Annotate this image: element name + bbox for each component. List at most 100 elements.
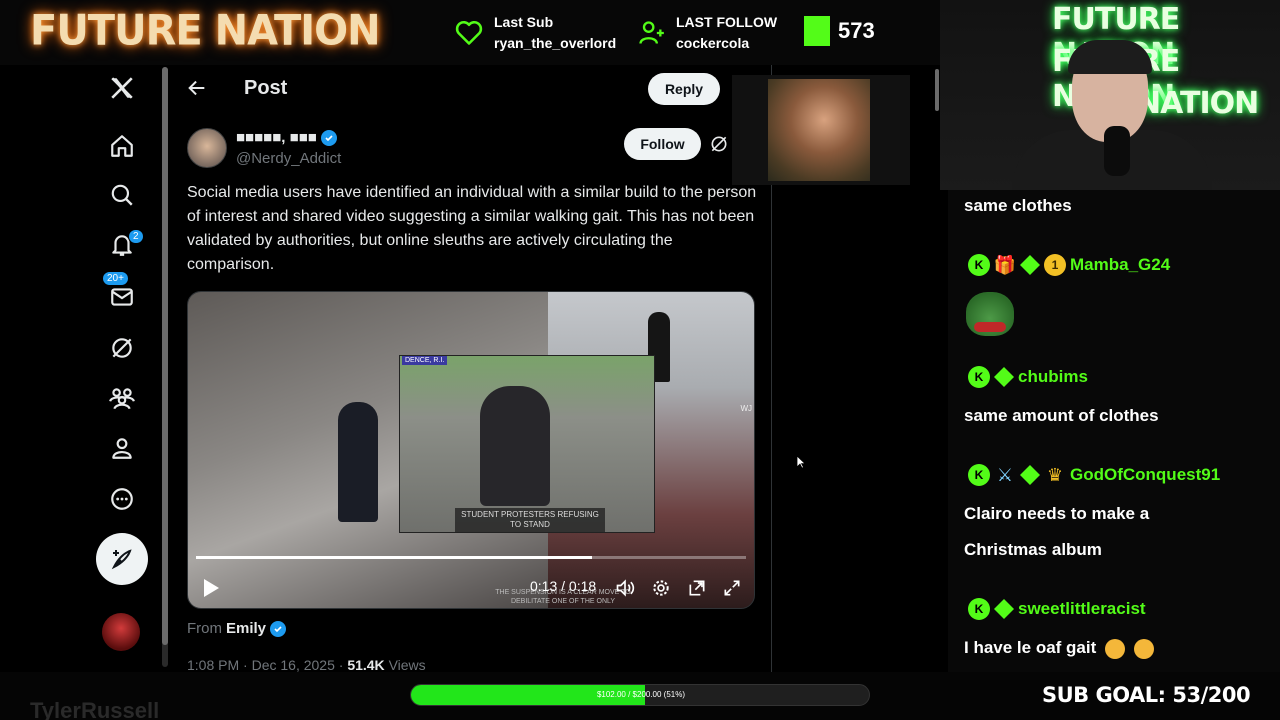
video-player[interactable]: WJ DENCE, R.I. STUDENT PROTESTERS REFUSI… — [187, 291, 755, 609]
grok-explain-icon[interactable] — [709, 134, 729, 154]
author-handle[interactable]: @Nerdy_Addict — [236, 150, 341, 167]
home-icon[interactable] — [100, 124, 144, 168]
kick-badge-icon: K — [968, 254, 990, 276]
chat-username[interactable]: chubims — [1018, 367, 1088, 387]
sub-diamond-badge-icon — [1020, 255, 1040, 275]
pip-icon[interactable] — [686, 577, 708, 599]
donation-goal-text: $102.00 / $200.00 (51%) — [596, 690, 686, 699]
gift-badge-icon: 🎁 — [993, 254, 1017, 275]
kick-badge-icon: K — [968, 366, 990, 388]
last-sub-value: ryan_the_overlord — [494, 35, 617, 51]
video-inset-clip: DENCE, R.I. STUDENT PROTESTERS REFUSING … — [399, 355, 655, 533]
frown-emoji-icon — [1133, 638, 1154, 659]
chat-message: same amount of clothes — [964, 406, 1159, 425]
sword-badge-icon: ⚔ — [996, 464, 1014, 485]
stream-top-bar: FUTURE NATION Last Sub ryan_the_overlord… — [0, 0, 940, 65]
x-app-window: 2 20+ Post Reply ■■■■■, ■■■ @Nerdy_Addic… — [0, 65, 940, 672]
author-name[interactable]: ■■■■■, ■■■ — [236, 129, 317, 146]
grok-icon[interactable] — [100, 326, 144, 370]
post-header: Post Reply — [170, 65, 772, 115]
donation-goal-bar: $102.00 / $200.00 (51%) — [410, 684, 870, 706]
sub-goal-counter: SUB GOAL: 53/200 — [1042, 683, 1251, 707]
chat-message: Clairo needs to make a — [964, 504, 1150, 523]
from-label: From — [187, 620, 222, 637]
sub-diamond-badge-icon — [1020, 465, 1040, 485]
more-icon[interactable] — [100, 477, 144, 521]
kick-badge-icon: K — [968, 598, 990, 620]
messages-badge: 20+ — [102, 271, 129, 286]
follow-button[interactable]: Follow — [624, 128, 701, 160]
x-logo-icon[interactable] — [100, 66, 144, 110]
video-source: From Emily — [187, 620, 287, 637]
back-arrow-icon[interactable] — [186, 77, 210, 101]
settings-gear-icon[interactable] — [650, 577, 672, 599]
video-progress-bar[interactable] — [196, 556, 746, 559]
sub-diamond-badge-icon — [994, 599, 1014, 619]
video-location-tag: DENCE, R.I. — [402, 356, 448, 365]
album-cover-image — [768, 79, 870, 181]
webcam-feed: FUTURE NATION FUTURE NATION NATION — [940, 0, 1280, 190]
chat-message: same clothes — [964, 196, 1072, 215]
volume-icon[interactable] — [614, 577, 636, 599]
post-timestamp[interactable]: 1:08 PM · Dec 16, 2025 · — [187, 657, 343, 672]
verified-badge-icon — [320, 129, 337, 146]
stream-chat: same clothes K 🎁 1 Mamba_G24 K chubims s… — [948, 190, 1280, 672]
viewer-count: 573 — [838, 18, 875, 43]
page-title: Post — [244, 77, 288, 99]
stream-brand-logo: FUTURE NATION — [30, 6, 381, 56]
messages-icon[interactable]: 20+ — [100, 271, 144, 319]
video-progress-fill — [196, 556, 592, 559]
search-icon[interactable] — [100, 173, 144, 217]
notifications-badge: 2 — [128, 229, 144, 244]
fullscreen-icon[interactable] — [721, 577, 743, 599]
from-name[interactable]: Emily — [226, 620, 266, 637]
compose-post-button[interactable] — [96, 533, 148, 585]
last-follow-label: LAST FOLLOW — [676, 14, 778, 30]
chat-username[interactable]: Mamba_G24 — [1070, 255, 1170, 275]
play-icon[interactable] — [202, 578, 220, 603]
chat-username[interactable]: GodOfConquest91 — [1070, 465, 1220, 485]
views-label: Views — [388, 657, 426, 672]
heart-icon — [454, 18, 484, 48]
communities-icon[interactable] — [100, 376, 144, 420]
account-avatar[interactable] — [102, 613, 140, 651]
author-avatar[interactable] — [187, 128, 227, 168]
chat-message-row: I have le oaf gait — [964, 638, 1154, 659]
feather-icon — [111, 549, 132, 570]
coin-badge-icon: 1 — [1044, 254, 1066, 276]
author-name-row[interactable]: ■■■■■, ■■■ — [236, 129, 337, 146]
user-plus-icon — [636, 18, 666, 48]
video-time: 0:13 / 0:18 — [530, 578, 597, 594]
chat-username-row[interactable]: K sweetlittleracist — [968, 598, 1146, 620]
viewer-count-widget: 573 — [804, 16, 875, 46]
last-sub-widget: Last Sub ryan_the_overlord — [454, 12, 616, 54]
mouse-cursor-icon — [796, 455, 807, 469]
chat-username-row[interactable]: K 🎁 1 Mamba_G24 — [968, 254, 1170, 276]
post-text: Social media users have identified an in… — [187, 184, 757, 273]
chat-username-row[interactable]: K chubims — [968, 366, 1088, 388]
last-follow-widget: LAST FOLLOW cockercola — [636, 12, 777, 54]
sub-diamond-badge-icon — [994, 367, 1014, 387]
notifications-icon[interactable]: 2 — [100, 223, 144, 267]
verified-badge-icon — [270, 620, 287, 637]
floating-thumbnail-panel — [732, 75, 910, 185]
reply-button[interactable]: Reply — [648, 73, 720, 105]
post-column: Post Reply ■■■■■, ■■■ @Nerdy_Addict Foll… — [170, 65, 772, 672]
last-follow-value: cockercola — [676, 35, 750, 51]
chat-message-continued: Christmas album — [964, 540, 1102, 559]
chat-username-row[interactable]: K ⚔ ♛ GodOfConquest91 — [968, 464, 1220, 486]
kick-badge-icon: K — [968, 464, 990, 486]
streamer-name-watermark: TylerRussell — [30, 698, 160, 720]
post-metadata: 1:08 PM · Dec 16, 2025 · 51.4K Views — [187, 657, 426, 672]
video-controls: 0:13 / 0:18 — [188, 570, 754, 604]
left-scrollbar[interactable] — [162, 67, 168, 667]
profile-icon[interactable] — [100, 426, 144, 470]
video-corner-tag: WJ — [740, 404, 752, 413]
video-walking-person — [338, 402, 378, 522]
chat-message: I have le oaf gait — [964, 638, 1097, 657]
frown-emoji-icon — [1105, 638, 1125, 659]
streamer-figure — [1012, 40, 1212, 190]
video-inset-person — [480, 386, 550, 506]
chat-username[interactable]: sweetlittleracist — [1018, 599, 1146, 619]
pepe-emote-icon — [966, 292, 1014, 336]
